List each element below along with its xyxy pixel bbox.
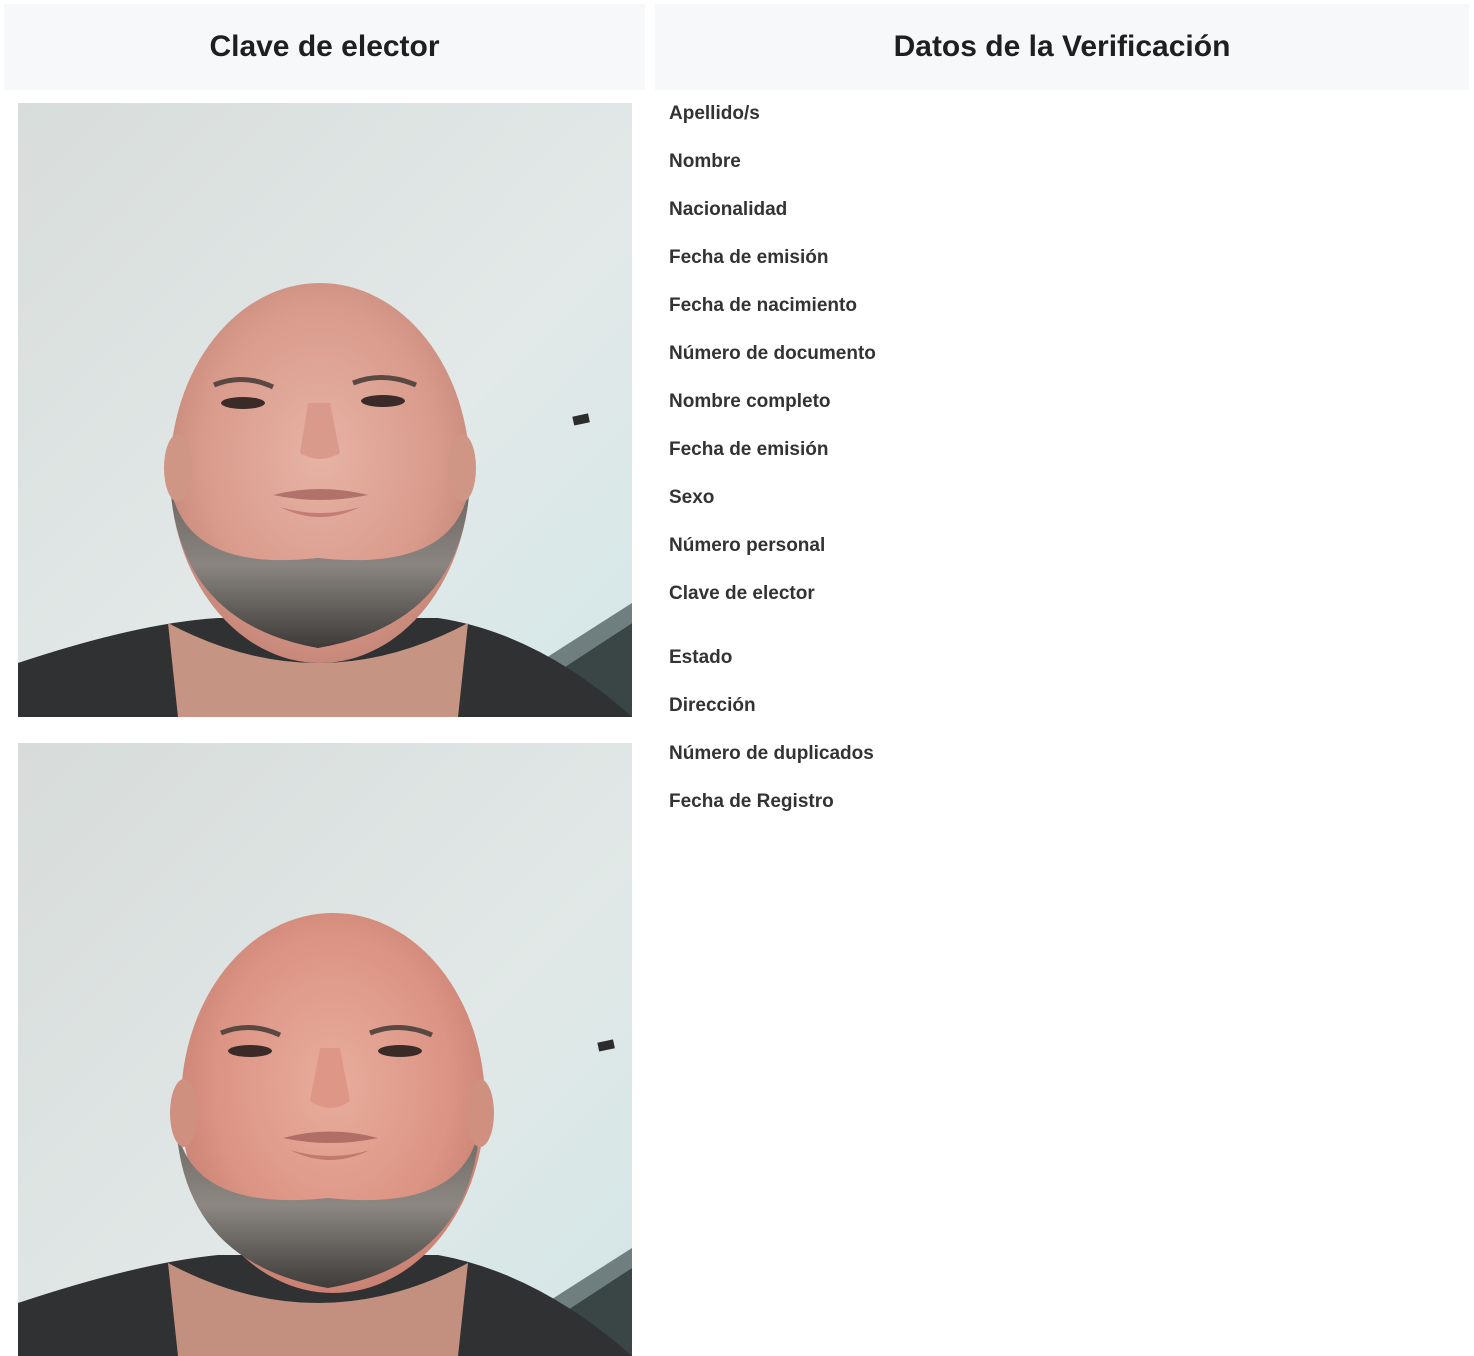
selfie-photo-icon — [18, 743, 632, 1356]
verification-data-title: Datos de la Verificación — [655, 4, 1469, 90]
field-label-apellidos: Apellido/s — [669, 103, 760, 124]
document-column-title: Clave de elector — [4, 4, 645, 90]
field-label-fecha-emision: Fecha de emisión — [669, 247, 829, 268]
verification-page: Clave de elector Datos de la Verificació… — [0, 0, 1474, 1356]
field-label-estado: Estado — [669, 647, 733, 668]
field-label-sexo: Sexo — [669, 487, 715, 508]
field-label-numero-documento: Número de documento — [669, 343, 876, 364]
field-label-nombre-completo: Nombre completo — [669, 391, 831, 412]
selfie-photo-icon — [18, 103, 632, 717]
field-label-clave-elector: Clave de elector — [669, 583, 815, 604]
verification-data-column: Datos de la Verificación Apellido/s Nomb… — [655, 4, 1469, 1356]
field-label-fecha-registro: Fecha de Registro — [669, 791, 834, 812]
field-label-nacionalidad: Nacionalidad — [669, 199, 788, 220]
field-list: Apellido/s Nombre Nacionalidad Fecha de … — [669, 102, 1449, 838]
field-label-numero-duplicados: Número de duplicados — [669, 743, 874, 764]
field-label-direccion: Dirección — [669, 695, 756, 716]
field-label-fecha-nacimiento: Fecha de nacimiento — [669, 295, 857, 316]
selfie-photo-back — [18, 743, 632, 1356]
field-label-numero-personal: Número personal — [669, 535, 826, 556]
field-label-fecha-emision-2: Fecha de emisión — [669, 439, 829, 460]
field-label-nombre: Nombre — [669, 151, 741, 172]
selfie-photo-front — [18, 103, 632, 717]
document-column: Clave de elector — [4, 4, 645, 1356]
